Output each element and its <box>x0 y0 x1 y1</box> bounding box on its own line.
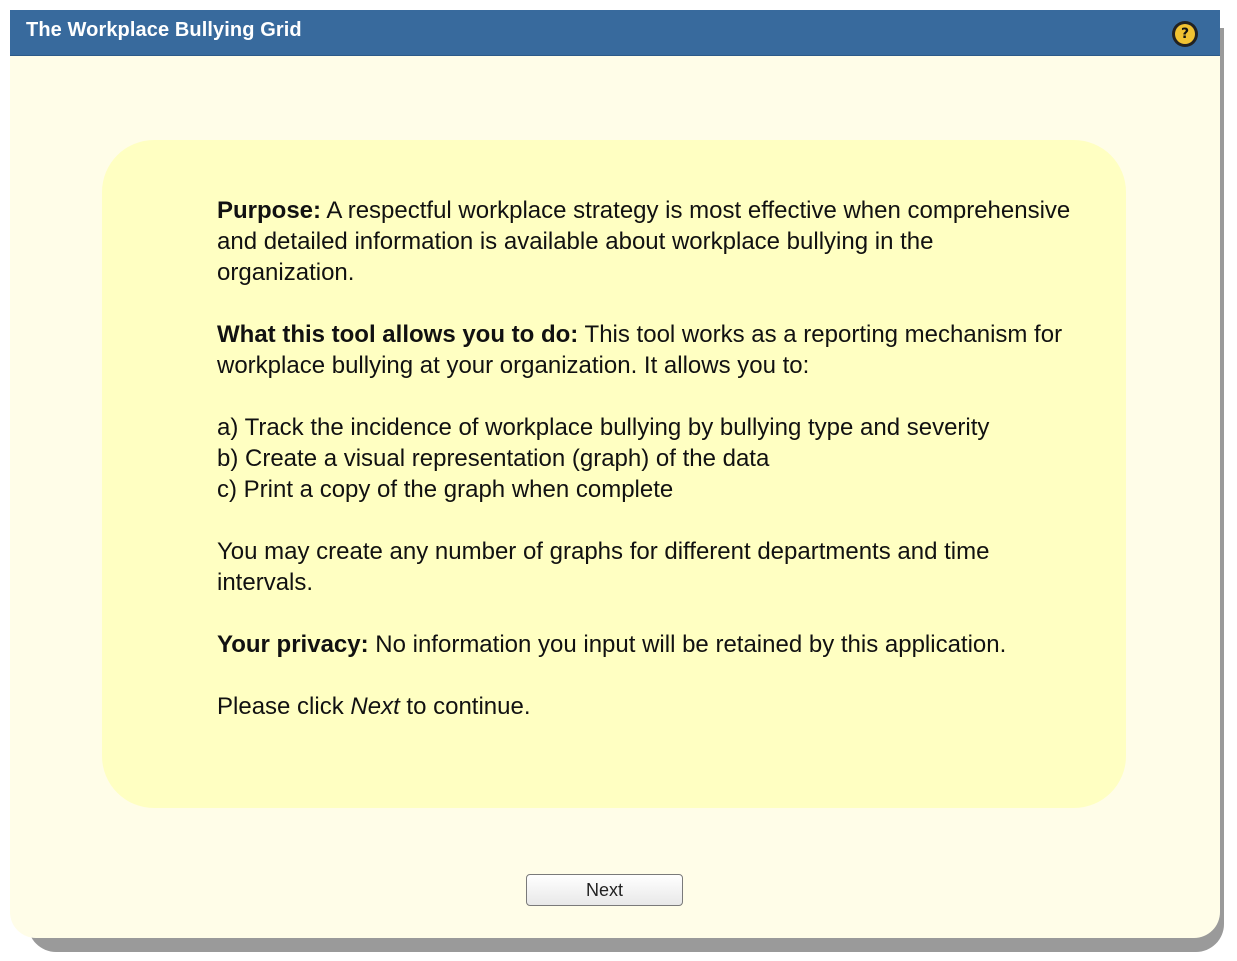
continue-prefix: Please click <box>217 693 351 720</box>
list-item: c) Print a copy of the graph when comple… <box>217 476 674 503</box>
info-panel: Purpose: A respectful workplace strategy… <box>102 140 1126 808</box>
help-icon: ? <box>1175 24 1195 44</box>
app-window: The Workplace Bullying Grid ? Purpose: A… <box>10 10 1220 938</box>
list-item: b) Create a visual representation (graph… <box>217 445 770 472</box>
tool-label: What this tool allows you to do: <box>217 321 579 348</box>
next-button[interactable]: Next <box>526 874 683 906</box>
graphs-paragraph: You may create any number of graphs for … <box>217 538 990 596</box>
help-button[interactable]: ? <box>1172 21 1198 47</box>
purpose-text: A respectful workplace strategy is most … <box>217 197 1071 286</box>
continue-paragraph: Please click Next to continue. <box>217 691 1077 722</box>
list-item: a) Track the incidence of workplace bull… <box>217 414 990 441</box>
title-bar: The Workplace Bullying Grid ? <box>10 10 1220 56</box>
purpose-paragraph: Purpose: A respectful workplace strategy… <box>217 195 1077 288</box>
window-title: The Workplace Bullying Grid <box>26 19 302 41</box>
tool-paragraph: What this tool allows you to do: This to… <box>217 319 1077 381</box>
privacy-label: Your privacy: <box>217 631 369 658</box>
purpose-label: Purpose: <box>217 197 322 224</box>
info-text: Purpose: A respectful workplace strategy… <box>217 195 1077 753</box>
privacy-paragraph: Your privacy: No information you input w… <box>217 629 1077 660</box>
capabilities-list: a) Track the incidence of workplace bull… <box>217 412 1077 505</box>
privacy-text: No information you input will be retaine… <box>368 631 1007 658</box>
continue-emphasis: Next <box>350 693 400 720</box>
continue-suffix: to continue. <box>399 693 531 720</box>
